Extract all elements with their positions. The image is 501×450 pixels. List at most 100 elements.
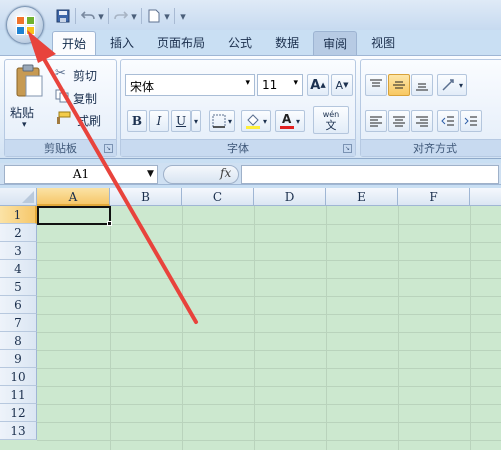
row-header-6[interactable]: 6 <box>0 296 37 314</box>
gridline <box>37 422 501 423</box>
increase-indent-button[interactable] <box>460 110 482 132</box>
row-header-10[interactable]: 10 <box>0 368 37 386</box>
top-align-button[interactable] <box>365 74 387 96</box>
row-header-1[interactable]: 1 <box>0 206 37 224</box>
name-box[interactable]: A1 <box>4 165 158 184</box>
active-cell-a1[interactable] <box>37 206 111 225</box>
font-size-value: 11 <box>262 78 278 92</box>
font-name-select[interactable]: 宋体 ▾ <box>125 74 255 96</box>
cut-button[interactable]: ✂ 剪切 <box>55 64 113 84</box>
row-header-9[interactable]: 9 <box>0 350 37 368</box>
top-align-icon <box>370 79 382 87</box>
shrink-font-icon: A <box>335 78 344 92</box>
copy-button[interactable]: 复制 <box>55 86 113 106</box>
paste-label: 粘贴 <box>10 106 35 120</box>
row-header-13[interactable]: 13 <box>0 422 37 440</box>
shrink-font-button[interactable]: A ▼ <box>331 74 353 96</box>
row-header-3[interactable]: 3 <box>0 242 37 260</box>
tab-formulas[interactable]: 公式 <box>219 31 261 55</box>
bottom-align-button[interactable] <box>411 74 433 96</box>
undo-dropdown-icon[interactable]: ▾ <box>97 8 105 24</box>
column-header-d[interactable]: D <box>254 188 326 206</box>
row-header-7[interactable]: 7 <box>0 314 37 332</box>
align-left-button[interactable] <box>365 110 387 132</box>
format-painter-icon <box>57 111 71 124</box>
formula-input[interactable] <box>241 165 499 184</box>
fill-color-button[interactable]: ▾ <box>241 110 271 132</box>
underline-dropdown-icon[interactable]: ▾ <box>191 110 201 132</box>
gridline <box>37 350 501 351</box>
name-box-dropdown-icon[interactable]: ▼ <box>147 169 154 179</box>
formula-bar: A1 ▼ fx <box>0 163 501 185</box>
borders-button[interactable]: ▾ <box>209 110 235 132</box>
row-header-8[interactable]: 8 <box>0 332 37 350</box>
font-color-icon: A <box>279 112 294 130</box>
row-header-11[interactable]: 11 <box>0 386 37 404</box>
worksheet-grid[interactable]: A B C D E F 1 2 3 4 5 6 7 8 9 10 11 12 1… <box>0 188 501 450</box>
format-painter-button[interactable]: 式刷 <box>55 108 113 128</box>
increase-indent-icon <box>464 116 477 126</box>
gridline <box>37 368 501 369</box>
bottom-align-icon <box>416 83 428 91</box>
decrease-indent-icon <box>441 116 454 126</box>
gridline <box>37 404 501 405</box>
align-center-button[interactable] <box>388 110 410 132</box>
font-size-select[interactable]: 11 ▾ <box>257 74 303 96</box>
column-header-f[interactable]: F <box>398 188 470 206</box>
fill-color-icon <box>245 114 260 129</box>
row-header-5[interactable]: 5 <box>0 278 37 296</box>
gridline <box>37 440 501 441</box>
font-size-dropdown-icon: ▾ <box>293 78 298 88</box>
column-header-g-partial[interactable] <box>470 188 501 206</box>
column-header-e[interactable]: E <box>326 188 398 206</box>
title-bar: ▾ ▾ ▾ ▾ <box>0 0 501 30</box>
select-all-corner[interactable] <box>0 188 37 206</box>
save-icon[interactable] <box>54 8 72 24</box>
office-button[interactable] <box>6 6 44 44</box>
alignment-group: ▾ 对齐方式 <box>360 59 501 157</box>
redo-icon[interactable] <box>112 8 130 24</box>
row-header-2[interactable]: 2 <box>0 224 37 242</box>
row-header-4[interactable]: 4 <box>0 260 37 278</box>
column-header-a[interactable]: A <box>37 188 110 206</box>
middle-align-icon <box>393 81 405 89</box>
gridline <box>37 386 501 387</box>
paste-button[interactable]: 粘贴 ▾ <box>9 64 49 134</box>
decrease-indent-button[interactable] <box>437 110 459 132</box>
new-document-icon[interactable] <box>145 8 163 24</box>
column-header-b[interactable]: B <box>110 188 182 206</box>
customize-quick-access-icon[interactable]: ▾ <box>178 8 188 24</box>
fill-handle[interactable] <box>107 221 112 226</box>
orientation-button[interactable]: ▾ <box>437 74 467 96</box>
tab-insert[interactable]: 插入 <box>101 31 143 55</box>
font-name-value: 宋体 <box>130 80 155 94</box>
underline-button[interactable]: U <box>171 110 191 132</box>
tab-view[interactable]: 视图 <box>362 31 404 55</box>
gridline <box>37 296 501 297</box>
clipboard-dialog-launcher-icon[interactable]: ↘ <box>104 144 113 153</box>
redo-dropdown-icon[interactable]: ▾ <box>130 8 138 24</box>
tab-review[interactable]: 审阅 <box>313 31 358 55</box>
align-right-icon <box>416 116 428 127</box>
undo-icon[interactable] <box>79 8 97 24</box>
borders-icon <box>212 114 226 128</box>
quick-access-toolbar: ▾ ▾ ▾ ▾ <box>54 7 188 25</box>
column-header-c[interactable]: C <box>182 188 254 206</box>
tab-home[interactable]: 开始 <box>52 31 97 55</box>
grow-font-button[interactable]: A ▲ <box>307 74 329 96</box>
font-dialog-launcher-icon[interactable]: ↘ <box>343 144 352 153</box>
divider <box>75 8 76 24</box>
grow-font-icon: A <box>310 77 321 93</box>
insert-function-icon[interactable]: fx <box>220 166 231 180</box>
font-color-button[interactable]: A ▾ <box>275 110 305 132</box>
phonetic-guide-button[interactable]: wén 文 <box>313 106 349 134</box>
bold-button[interactable]: B <box>127 110 147 132</box>
middle-align-button[interactable] <box>388 74 410 96</box>
new-dropdown-icon[interactable]: ▾ <box>163 8 171 24</box>
office-logo-icon <box>16 16 36 36</box>
tab-data[interactable]: 数据 <box>266 31 308 55</box>
row-header-12[interactable]: 12 <box>0 404 37 422</box>
align-right-button[interactable] <box>411 110 433 132</box>
tab-page-layout[interactable]: 页面布局 <box>148 31 214 55</box>
italic-button[interactable]: I <box>149 110 169 132</box>
